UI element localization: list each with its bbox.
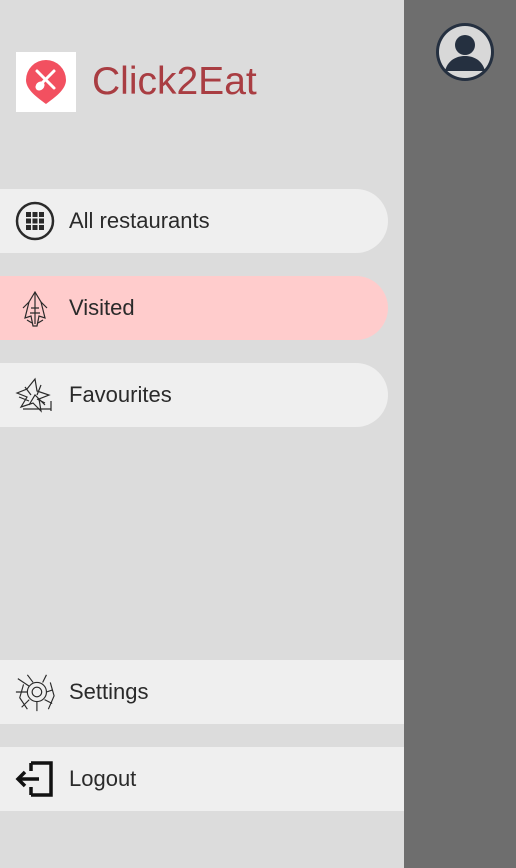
user-avatar[interactable] [436, 23, 494, 81]
settings-sketch-icon [14, 671, 56, 713]
drawer-header: Click2Eat [16, 52, 257, 112]
nav-item-all-restaurants[interactable]: All restaurants [0, 189, 388, 253]
nav-item-settings[interactable]: Settings [0, 660, 404, 724]
nav-label-all-restaurants: All restaurants [69, 208, 210, 233]
nav-item-favourites[interactable]: Favourites [0, 363, 388, 427]
nav-label-favourites: Favourites [69, 382, 172, 407]
logout-icon [14, 758, 56, 800]
visited-sketch-icon [14, 287, 56, 329]
utensils-pin-icon [26, 60, 66, 104]
nav-label-visited: Visited [69, 295, 135, 320]
nav-item-visited[interactable]: Visited [0, 276, 388, 340]
nav-label-settings: Settings [69, 679, 149, 704]
avatar-silhouette-icon [439, 26, 491, 78]
favourites-sketch-icon [14, 374, 56, 416]
grid-icon [14, 200, 56, 242]
navigation-drawer: Click2Eat All restaurants Visited Favour… [0, 0, 404, 868]
nav-label-logout: Logout [69, 766, 137, 791]
nav-item-logout[interactable]: Logout [0, 747, 404, 811]
app-title: Click2Eat [92, 60, 257, 103]
app-logo [16, 52, 76, 112]
app-screen: Click2Eat All restaurants Visited Favour… [0, 0, 516, 868]
